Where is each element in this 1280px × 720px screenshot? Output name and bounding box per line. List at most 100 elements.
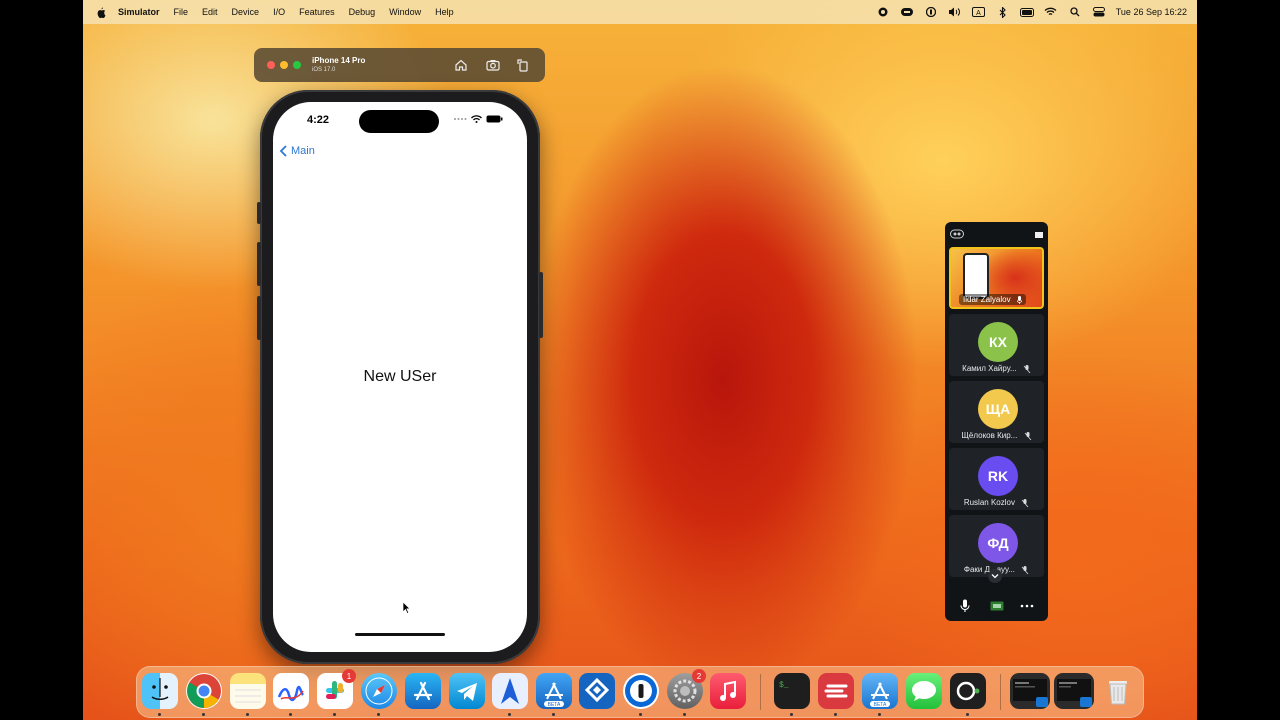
running-indicator: [289, 713, 292, 716]
app-store-icon[interactable]: [405, 673, 441, 709]
home-icon[interactable]: [453, 57, 469, 73]
battery-icon: [486, 115, 503, 123]
avatar: ЩА: [978, 389, 1018, 429]
participant-tile[interactable]: RK Ruslan Kozlov: [949, 448, 1044, 510]
scroll-down-button[interactable]: [988, 569, 1002, 583]
apple-icon[interactable]: [96, 6, 106, 18]
mic-off-icon: [1021, 498, 1029, 507]
home-indicator[interactable]: [355, 633, 445, 636]
zoom-button[interactable]: [293, 61, 301, 69]
battery-icon[interactable]: [1019, 6, 1034, 18]
screenshot-icon[interactable]: [485, 57, 501, 73]
participant-tile[interactable]: ЩА Щёлоков Кир...: [949, 381, 1044, 443]
menu-window[interactable]: Window: [389, 7, 421, 17]
desktop: Simulator File Edit Device I/O Features …: [83, 0, 1197, 720]
running-indicator: [158, 713, 161, 716]
running-indicator: [639, 713, 642, 716]
back-button[interactable]: Main: [279, 144, 315, 158]
stack-icon[interactable]: [900, 6, 914, 18]
menu-device[interactable]: Device: [232, 7, 260, 17]
chrome-icon[interactable]: [186, 673, 222, 709]
svg-text:$_: $_: [779, 681, 789, 690]
minimized-window-thumbnail[interactable]: [1054, 673, 1094, 709]
running-indicator: [202, 713, 205, 716]
close-button[interactable]: [267, 61, 275, 69]
menu-file[interactable]: File: [174, 7, 189, 17]
svg-text:A: A: [976, 10, 981, 17]
running-indicator: [834, 713, 837, 716]
back-label: Main: [291, 145, 315, 157]
participant-name: Щёлоков Кир...: [951, 431, 1042, 440]
wifi-icon[interactable]: [1044, 6, 1058, 18]
avatar: КХ: [978, 322, 1018, 362]
participant-name: Ruslan Kozlov: [951, 498, 1042, 507]
notification-badge: 1: [342, 669, 356, 683]
menu-io[interactable]: I/O: [273, 7, 285, 17]
share-screen-icon[interactable]: [990, 601, 1004, 611]
dynamic-island: [359, 110, 439, 133]
power-button: [539, 272, 543, 338]
rotate-icon[interactable]: [515, 57, 531, 73]
minimized-window-thumbnail[interactable]: [1010, 673, 1050, 709]
microphone-icon[interactable]: [960, 599, 970, 613]
telegram-icon[interactable]: [449, 673, 485, 709]
dock-separator: [760, 674, 761, 710]
chevron-down-icon: [991, 574, 999, 579]
notes-icon[interactable]: [230, 673, 266, 709]
screen-share-thumbnail: [963, 253, 989, 299]
messages-icon[interactable]: [906, 673, 942, 709]
jira-icon[interactable]: [579, 673, 615, 709]
more-icon[interactable]: [1020, 604, 1034, 608]
xcode-icon[interactable]: BETA: [862, 673, 898, 709]
mic-off-icon: [1023, 364, 1031, 373]
spark-icon[interactable]: [492, 673, 528, 709]
participant-tile[interactable]: КХ Камил Хайру...: [949, 314, 1044, 376]
svg-text:BETA: BETA: [874, 702, 887, 708]
running-indicator: [377, 713, 380, 716]
bluetooth-icon[interactable]: [996, 6, 1010, 18]
menu-app-name[interactable]: Simulator: [118, 7, 160, 17]
iphone-device: 4:22 Main New USer: [257, 90, 543, 664]
freeform-icon[interactable]: [273, 673, 309, 709]
menu-edit[interactable]: Edit: [202, 7, 218, 17]
menu-help[interactable]: Help: [435, 7, 454, 17]
participant-tile[interactable]: ФД Факи Д...ауу...: [949, 515, 1044, 577]
status-time: 4:22: [307, 114, 330, 126]
input-source-icon[interactable]: A: [972, 6, 986, 18]
running-indicator: [552, 713, 555, 716]
menu-debug[interactable]: Debug: [349, 7, 376, 17]
menu-features[interactable]: Features: [299, 7, 335, 17]
search-icon[interactable]: [1068, 6, 1082, 18]
screen-recorder-icon[interactable]: [950, 673, 986, 709]
volume-icon[interactable]: [948, 6, 962, 18]
menubar-clock[interactable]: Tue 26 Sep 16:22: [1116, 7, 1187, 17]
record-icon[interactable]: [876, 6, 890, 18]
os-version: iOS 17.0: [312, 67, 336, 73]
mic-off-icon: [1024, 431, 1031, 440]
menu-bar: Simulator File Edit Device I/O Features …: [83, 0, 1197, 24]
simulator-titlebar[interactable]: iPhone 14 Pro iOS 17.0: [254, 48, 545, 82]
expand-icon[interactable]: [1035, 232, 1043, 238]
xcode-beta-icon[interactable]: BETA: [536, 673, 572, 709]
running-indicator: [508, 713, 511, 716]
1password-icon[interactable]: [623, 673, 659, 709]
call-app-icon[interactable]: [950, 229, 964, 239]
vpn-icon[interactable]: [924, 6, 938, 18]
express-vpn-icon[interactable]: [818, 673, 854, 709]
mic-icon: [1016, 295, 1022, 304]
music-icon[interactable]: [710, 673, 746, 709]
avatar: RK: [978, 456, 1018, 496]
finder-icon[interactable]: [142, 673, 178, 709]
trash-icon[interactable]: [1100, 673, 1136, 709]
terminal-icon[interactable]: $_: [774, 673, 810, 709]
notification-badge: 2: [692, 669, 706, 683]
volume-down-button: [257, 296, 261, 340]
minimize-button[interactable]: [280, 61, 288, 69]
control-center-icon[interactable]: [1092, 6, 1106, 18]
participant-tile[interactable]: Ildar Zalyalov: [949, 247, 1044, 309]
running-indicator: [878, 713, 881, 716]
safari-icon[interactable]: [361, 673, 397, 709]
volume-up-button: [257, 242, 261, 286]
avatar: ФД: [978, 523, 1018, 563]
dock-separator: [1000, 674, 1001, 710]
